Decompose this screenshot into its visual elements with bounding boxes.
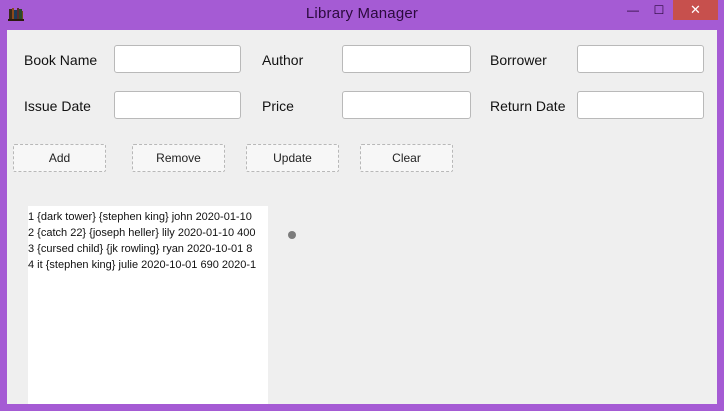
borrower-label: Borrower bbox=[490, 52, 547, 68]
return-date-label: Return Date bbox=[490, 98, 566, 114]
return-date-field[interactable] bbox=[577, 91, 704, 119]
maximize-icon: ☐ bbox=[653, 3, 665, 17]
price-field[interactable] bbox=[342, 91, 471, 119]
book-name-label: Book Name bbox=[24, 52, 98, 68]
window-title: Library Manager bbox=[305, 5, 419, 22]
author-label: Author bbox=[262, 52, 304, 68]
remove-button[interactable]: Remove bbox=[132, 144, 225, 172]
minimize-button[interactable]: — bbox=[621, 0, 645, 20]
add-button[interactable]: Add bbox=[13, 144, 106, 172]
scroll-indicator-dot bbox=[288, 231, 296, 239]
list-item[interactable]: 4 it {stephen king} julie 2020-10-01 690… bbox=[28, 258, 256, 272]
author-field[interactable] bbox=[342, 45, 471, 73]
list-item[interactable]: 3 {cursed child} {jk rowling} ryan 2020-… bbox=[28, 242, 252, 256]
title-bar[interactable]: Library Manager — ☐ ✕ bbox=[0, 0, 724, 30]
close-icon: ✕ bbox=[690, 2, 701, 17]
client-area: Book Name Author Borrower Issue Date Pri… bbox=[7, 30, 717, 404]
maximize-button[interactable]: ☐ bbox=[646, 0, 672, 20]
minimize-icon: — bbox=[627, 3, 639, 17]
issue-date-label: Issue Date bbox=[24, 98, 91, 114]
borrower-field[interactable] bbox=[577, 45, 704, 73]
list-item[interactable]: 2 {catch 22} {joseph heller} lily 2020-0… bbox=[28, 226, 256, 240]
update-button[interactable]: Update bbox=[246, 144, 339, 172]
clear-button[interactable]: Clear bbox=[360, 144, 453, 172]
close-button[interactable]: ✕ bbox=[673, 0, 718, 20]
books-listbox[interactable]: 1 {dark tower} {stephen king} john 2020-… bbox=[28, 206, 268, 404]
list-item[interactable]: 1 {dark tower} {stephen king} john 2020-… bbox=[28, 210, 252, 224]
library-manager-window: Library Manager — ☐ ✕ Book Name Author B… bbox=[0, 0, 724, 411]
issue-date-field[interactable] bbox=[114, 91, 241, 119]
price-label: Price bbox=[262, 98, 294, 114]
book-name-field[interactable] bbox=[114, 45, 241, 73]
